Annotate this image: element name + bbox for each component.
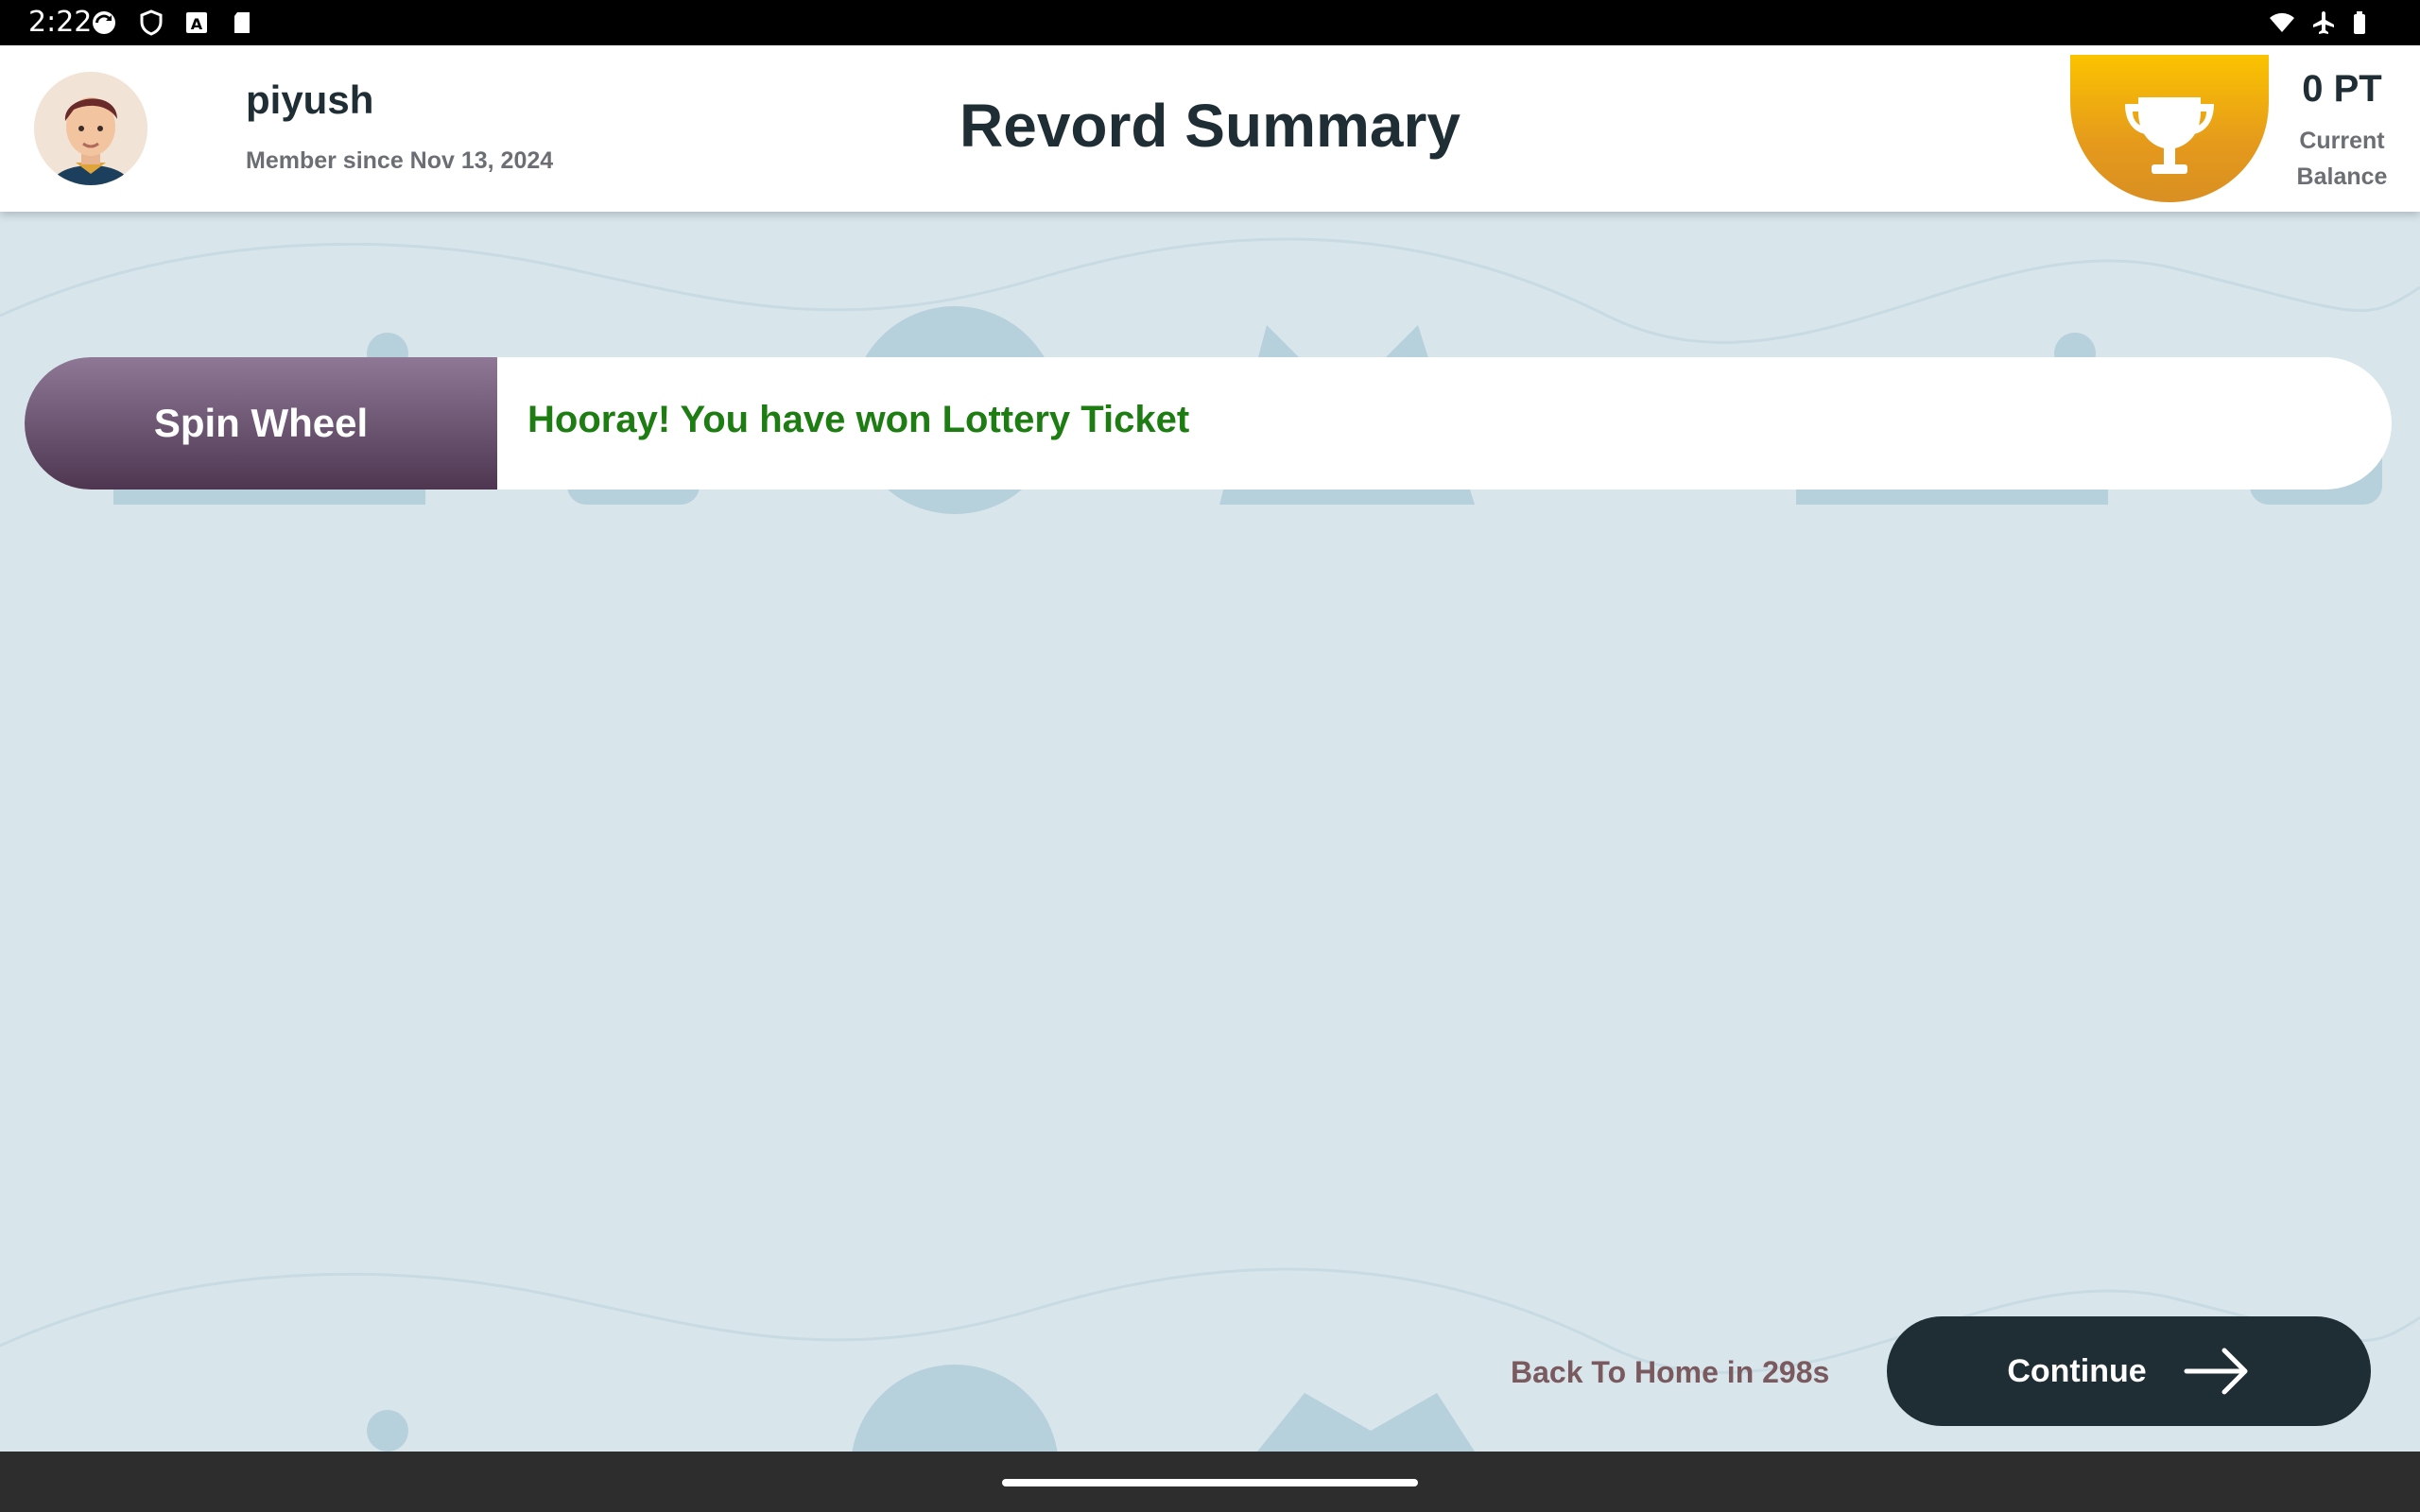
game-tag: Spin Wheel [25, 357, 497, 490]
trophy-icon [2125, 97, 2214, 174]
svg-text:A: A [191, 15, 203, 33]
arrow-right-icon [2184, 1348, 2248, 1395]
wifi-icon [2270, 12, 2294, 32]
sync-icon [93, 11, 115, 34]
status-bar: 2:22 A [0, 0, 2420, 45]
system-nav-bar [0, 1452, 2420, 1512]
balance-label: Current Balance [2288, 123, 2396, 195]
font-icon: A [186, 12, 207, 33]
balance-label-line2: Balance [2296, 163, 2388, 190]
airplane-icon [2313, 11, 2334, 34]
reward-result-row: Spin Wheel Hooray! You have won Lottery … [25, 357, 2392, 490]
app-header: piyush Member since Nov 13, 2024 Revord … [0, 45, 2420, 212]
page-title: Revord Summary [959, 92, 1461, 160]
shield-icon [140, 9, 163, 36]
continue-label: Continue [2007, 1352, 2147, 1389]
balance-label-line1: Current [2299, 128, 2385, 154]
balance-value: 0 PT [2302, 68, 2382, 110]
continue-button[interactable]: Continue [1887, 1316, 2371, 1426]
sd-card-icon [234, 12, 250, 33]
result-message: Hooray! You have won Lottery Ticket [527, 399, 1190, 440]
home-gesture-handle[interactable] [1002, 1479, 1418, 1486]
status-time: 2:22 [28, 6, 93, 39]
trophy-badge[interactable] [2070, 55, 2269, 202]
back-home-countdown[interactable]: Back To Home in 298s [1511, 1355, 1829, 1390]
battery-icon [2354, 11, 2365, 34]
